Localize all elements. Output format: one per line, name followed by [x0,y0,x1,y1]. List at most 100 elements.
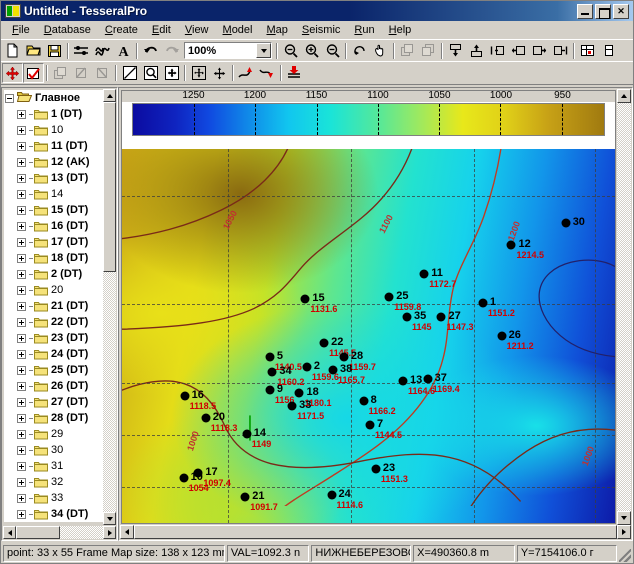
tree-item-21[interactable]: 21 (DT) [4,298,104,314]
copy-back-icon[interactable] [418,41,439,61]
menu-item-database[interactable]: Database [37,23,98,37]
open-icon[interactable] [23,41,44,61]
pick-down-icon[interactable] [257,63,278,83]
well-point[interactable] [193,468,203,477]
zoom-reset-icon[interactable] [322,41,343,61]
well-point[interactable] [423,374,433,384]
well-point[interactable] [265,385,275,395]
tree-expand-toggle[interactable] [17,461,26,471]
tree-expand-toggle[interactable] [17,125,26,135]
well-point[interactable] [436,312,446,322]
well-point[interactable] [265,352,275,362]
tree-item-24[interactable]: 24 (DT) [4,346,104,362]
tree-item-26[interactable]: 26 (DT) [4,378,104,394]
map-horizontal-scrollbar[interactable] [120,525,631,539]
tree-item-11[interactable]: 11 (DT) [4,138,104,154]
well-point[interactable] [384,292,394,302]
map-canvas[interactable]: 1 1151.2 5 1140.5 7 1144.5 8 1166.2 9 1156 10 1054 1… [122,149,615,523]
well-point[interactable] [267,367,277,377]
tree-expand-toggle[interactable] [17,237,26,247]
menu-item-seismic[interactable]: Seismic [295,23,348,37]
well-point[interactable] [327,490,337,500]
tree-item-29[interactable]: 29 [4,426,104,442]
well-point[interactable] [180,391,190,401]
align-bottom-icon[interactable] [445,41,466,61]
tree-item-13[interactable]: 13 (DT) [4,170,104,186]
text-icon[interactable]: A [113,41,134,61]
menu-item-file[interactable]: File [5,23,37,37]
line-icon[interactable] [119,63,140,83]
tree-item-23[interactable]: 23 (DT) [4,330,104,346]
tree-expand-toggle[interactable] [17,253,26,263]
tree-item-22[interactable]: 22 (DT) [4,314,104,330]
tree-item-25[interactable]: 25 (DT) [4,362,104,378]
tree-item-12[interactable]: 12 (AK) [4,154,104,170]
map-view[interactable]: 1250 1200 1150 1100 1050 1000 950 11151.… [121,90,616,524]
map-scroll-left-button[interactable] [120,525,134,539]
tree-expand-toggle[interactable] [17,445,26,455]
align-left-icon[interactable] [487,41,508,61]
menu-item-run[interactable]: Run [347,23,381,37]
save-icon[interactable] [44,41,65,61]
tree-vertical-scrollbar[interactable] [103,89,116,525]
well-point[interactable] [294,388,304,398]
well-point[interactable] [179,473,189,483]
map-scroll-right-button[interactable] [617,525,631,539]
map-scroll-thumb-h[interactable] [134,525,617,539]
expand-icon[interactable] [188,63,209,83]
map-scroll-up-button[interactable] [617,89,631,103]
scroll-right-button[interactable] [103,526,116,539]
tree-expand-toggle[interactable] [17,317,26,327]
well-point[interactable] [402,312,412,322]
menu-item-map[interactable]: Map [259,23,294,37]
menu-item-help[interactable]: Help [382,23,419,37]
undo-icon[interactable] [140,41,161,61]
scroll-thumb-h[interactable] [16,526,60,539]
tree-expand-toggle[interactable] [17,413,26,423]
tree-expand-toggle[interactable] [17,141,26,151]
curves-icon[interactable] [92,41,113,61]
tree-expand-toggle[interactable] [17,221,26,231]
menu-item-create[interactable]: Create [98,23,145,37]
map-scroll-down-button[interactable] [617,511,631,525]
pick-up-icon[interactable] [236,63,257,83]
well-point[interactable] [300,294,310,304]
well-point[interactable] [287,401,297,411]
unpin-icon[interactable] [92,63,113,83]
well-point[interactable] [319,338,329,348]
copy-front-icon[interactable] [397,41,418,61]
scroll-left-button[interactable] [3,526,16,539]
close-button[interactable]: ✕ [613,3,629,19]
tree-expand-toggle[interactable] [17,205,26,215]
zoom-combobox[interactable]: 100% [184,42,272,59]
maximize-button[interactable] [595,3,611,19]
tree-item-33[interactable]: 33 [4,490,104,506]
menu-item-view[interactable]: View [178,23,216,37]
tree-expand-toggle[interactable] [17,493,26,503]
tree-expand-toggle[interactable] [17,173,26,183]
well-point[interactable] [497,331,507,341]
resize-grip[interactable] [618,549,631,562]
well-point[interactable] [240,492,250,502]
align-right2-icon[interactable] [550,41,571,61]
menu-item-model[interactable]: Model [216,23,260,37]
well-point[interactable] [478,298,488,308]
grid-icon[interactable] [577,41,598,61]
tree-item-2[interactable]: 2 (DT) [4,266,104,282]
well-point[interactable] [328,365,338,375]
tree-expand-toggle[interactable] [17,333,26,343]
scroll-track-h[interactable] [60,526,103,539]
well-point[interactable] [371,464,381,474]
profile-icon[interactable] [71,41,92,61]
tree-expand-toggle[interactable] [17,509,26,519]
align-center-h-icon[interactable] [508,41,529,61]
rotate-icon[interactable] [349,41,370,61]
center-icon[interactable] [209,63,230,83]
chevron-down-icon[interactable] [256,43,271,58]
tree-item-32[interactable]: 32 [4,474,104,490]
well-point[interactable] [365,420,375,430]
tree-collapse-toggle[interactable] [5,93,14,103]
align-top-icon[interactable] [466,41,487,61]
map-scroll-track[interactable] [617,103,631,511]
tree-expand-toggle[interactable] [17,477,26,487]
